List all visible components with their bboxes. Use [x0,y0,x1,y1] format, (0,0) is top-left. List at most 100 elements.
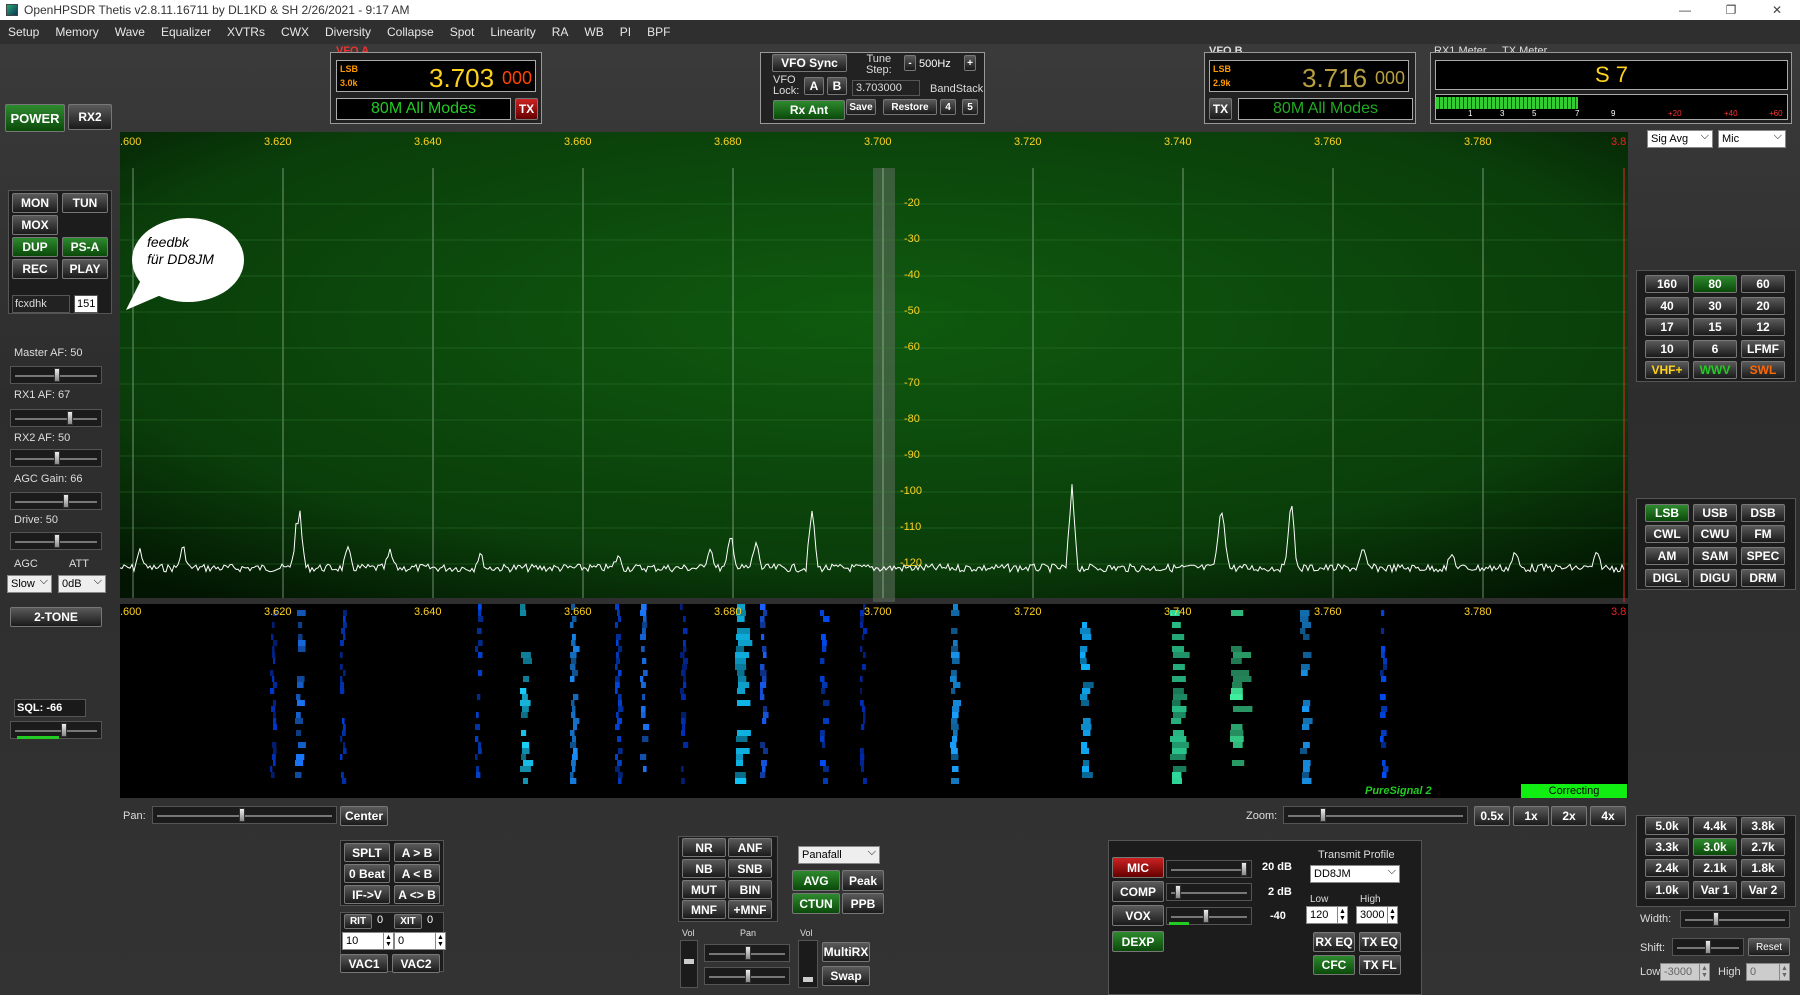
minimize-button[interactable]: — [1662,0,1708,20]
vox-slider[interactable] [1166,907,1252,925]
mon-button[interactable]: MON [12,193,58,213]
plus-mnf-button[interactable]: +MNF [728,900,772,919]
menu-bpf[interactable]: BPF [639,25,678,39]
cfc-button[interactable]: CFC [1313,955,1355,975]
a-to-b-button[interactable]: A > B [394,843,440,862]
filter-4.4k-button[interactable]: 4.4k [1693,817,1737,835]
band-wwv-button[interactable]: WWV [1693,361,1737,379]
rit-button[interactable]: RIT [344,914,372,929]
filter-5.0k-button[interactable]: 5.0k [1645,817,1689,835]
mode-am-button[interactable]: AM [1645,547,1689,565]
dexp-button[interactable]: DEXP [1112,931,1164,952]
agc-gain-slider[interactable] [10,492,102,510]
width-slider[interactable] [1680,910,1790,928]
menu-ra[interactable]: RA [544,25,577,39]
multirx-button[interactable]: MultiRX [822,942,870,962]
band-80-button[interactable]: 80 [1693,275,1737,293]
nb-button[interactable]: NB [682,859,726,878]
band-160-button[interactable]: 160 [1645,275,1689,293]
rec-button[interactable]: REC [12,259,58,279]
anf-button[interactable]: ANF [728,838,772,857]
drive-slider[interactable] [10,532,102,550]
vfoa-display[interactable]: LSB 3.0k 3.703 000 [336,60,536,93]
filter-2.7k-button[interactable]: 2.7k [1741,838,1785,856]
tun-button[interactable]: TUN [62,193,108,213]
filter-var2-button[interactable]: Var 2 [1741,881,1785,899]
menu-xvtrs[interactable]: XVTRs [219,25,273,39]
menu-spot[interactable]: Spot [442,25,483,39]
mnf-button[interactable]: MNF [682,900,726,919]
tx-eq-button[interactable]: TX EQ [1359,932,1401,952]
vfob-tx-button[interactable]: TX [1209,98,1232,120]
nr-button[interactable]: NR [682,838,726,857]
mode-cwl-button[interactable]: CWL [1645,525,1689,543]
vfoa-tx-button[interactable]: TX [515,98,538,120]
rx-eq-button[interactable]: RX EQ [1313,932,1355,952]
rx1-af-slider[interactable] [10,409,102,427]
restore-button[interactable]: ❐ [1708,0,1754,20]
mode-drm-button[interactable]: DRM [1741,569,1785,587]
a-swap-b-button[interactable]: A <> B [394,885,440,904]
mode-usb-button[interactable]: USB [1693,504,1737,522]
xit-button[interactable]: XIT [394,914,422,929]
peak-button[interactable]: Peak [842,870,884,891]
rx-ant-button[interactable]: Rx Ant [773,100,845,120]
menu-equalizer[interactable]: Equalizer [153,25,219,39]
mode-digl-button[interactable]: DIGL [1645,569,1689,587]
ppb-button[interactable]: PPB [842,893,884,914]
zoom-0.5x-button[interactable]: 0.5x [1474,806,1510,826]
if-to-v-button[interactable]: IF->V [344,885,390,904]
band-20-button[interactable]: 20 [1741,297,1785,315]
tx-low-field[interactable]: 120 ▲ ▼ [1306,906,1348,924]
vfob-display[interactable]: LSB 2.9k 3.716 000 [1209,60,1409,93]
tune-step-up[interactable]: + [964,55,976,71]
menu-diversity[interactable]: Diversity [317,25,379,39]
sql-slider[interactable] [10,721,102,739]
filter-3.0k-button[interactable]: 3.0k [1693,838,1737,856]
filter-2.1k-button[interactable]: 2.1k [1693,859,1737,877]
band-12-button[interactable]: 12 [1741,318,1785,336]
ps-a-button[interactable]: PS-A [62,237,108,257]
rx2-pan-slider[interactable] [704,967,790,985]
b-to-a-button[interactable]: A < B [394,864,440,883]
menu-pi[interactable]: PI [612,25,639,39]
bandstack-4-button[interactable]: 4 [940,99,956,115]
memory-number-field[interactable]: 151 [74,295,98,313]
zoom-4x-button[interactable]: 4x [1590,806,1626,826]
rx-meter-select[interactable]: Sig Avg [1647,130,1713,148]
mode-sam-button[interactable]: SAM [1693,547,1737,565]
filter-high-field[interactable]: 0 ▲ ▼ [1746,963,1790,981]
band-10-button[interactable]: 10 [1645,340,1689,358]
tx-profile-select[interactable]: DD8JM [1310,865,1400,883]
pan-slider[interactable] [152,806,337,824]
band-15-button[interactable]: 15 [1693,318,1737,336]
menu-memory[interactable]: Memory [47,25,106,39]
ctun-button[interactable]: CTUN [792,893,840,914]
spectrum-display[interactable] [120,132,1628,798]
menu-collapse[interactable]: Collapse [379,25,442,39]
comp-button[interactable]: COMP [1112,881,1164,902]
bandstack-5-button[interactable]: 5 [962,99,978,115]
mode-dsb-button[interactable]: DSB [1741,504,1785,522]
comp-slider[interactable] [1166,883,1252,901]
mic-button[interactable]: MIC [1112,857,1164,878]
band-6-button[interactable]: 6 [1693,340,1737,358]
filter-1.0k-button[interactable]: 1.0k [1645,881,1689,899]
vfo-sync-button[interactable]: VFO Sync [772,54,847,72]
mic-gain-slider[interactable] [1166,860,1252,878]
vac2-button[interactable]: VAC2 [392,954,440,973]
filter-1.8k-button[interactable]: 1.8k [1741,859,1785,877]
vox-button[interactable]: VOX [1112,905,1164,926]
tx-fl-button[interactable]: TX FL [1359,955,1401,975]
close-button[interactable]: ✕ [1754,0,1800,20]
att-select[interactable]: 0dB [58,575,106,593]
filter-2.4k-button[interactable]: 2.4k [1645,859,1689,877]
band-swl-button[interactable]: SWL [1741,361,1785,379]
rx1-pan-slider[interactable] [704,944,790,962]
rx2-button[interactable]: RX2 [68,104,112,130]
avg-button[interactable]: AVG [792,870,840,891]
tx-high-field[interactable]: 3000 ▲ ▼ [1356,906,1398,924]
zoom-2x-button[interactable]: 2x [1551,806,1587,826]
center-button[interactable]: Center [340,806,388,826]
mox-button[interactable]: MOX [12,215,58,235]
